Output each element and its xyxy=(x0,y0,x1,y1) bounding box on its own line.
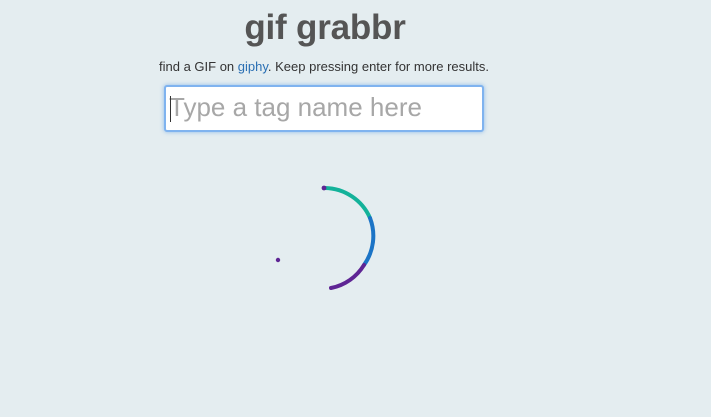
spinner-arc-blue xyxy=(362,216,376,267)
app-title: gif grabbr xyxy=(244,8,406,47)
spinner-arc-purple xyxy=(329,263,366,290)
subtitle-prefix: find a GIF on xyxy=(159,59,238,74)
loading-spinner-icon xyxy=(275,185,376,290)
giphy-link[interactable]: giphy xyxy=(238,59,268,74)
app-subtitle: find a GIF on giphy. Keep pressing enter… xyxy=(0,59,648,75)
tag-search-input[interactable] xyxy=(166,87,482,130)
subtitle-suffix: . Keep pressing enter for more results. xyxy=(267,59,489,74)
spinner-dot-left xyxy=(275,257,281,263)
text-cursor xyxy=(170,96,171,122)
spinner-arc-teal xyxy=(323,186,372,220)
spinner-dot-top xyxy=(321,185,327,191)
spinner-arc xyxy=(323,186,376,290)
search-field[interactable] xyxy=(164,85,484,132)
